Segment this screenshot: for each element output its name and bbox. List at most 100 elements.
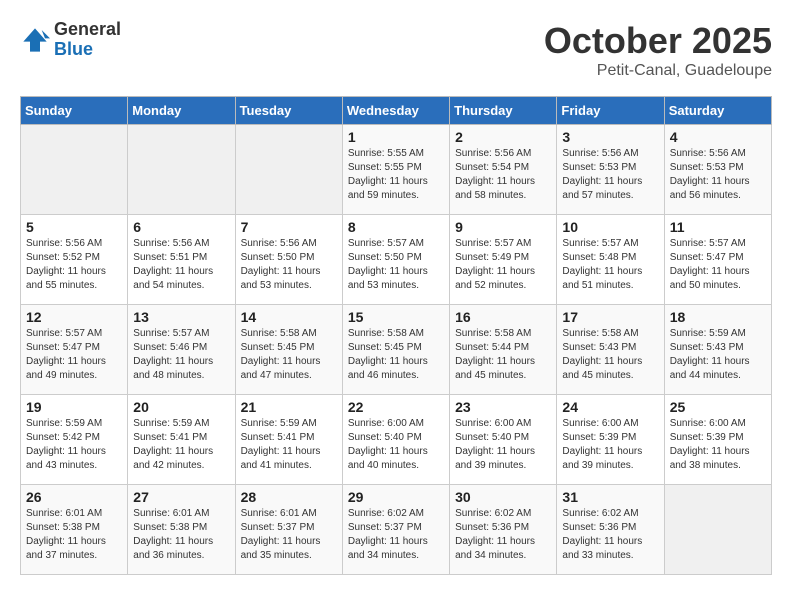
- day-info: Sunrise: 6:02 AM Sunset: 5:36 PM Dayligh…: [562, 507, 658, 563]
- day-number: 2: [455, 129, 551, 145]
- month-title: October 2025: [544, 20, 772, 62]
- day-info: Sunrise: 5:59 AM Sunset: 5:42 PM Dayligh…: [26, 417, 122, 473]
- title-block: October 2025 Petit-Canal, Guadeloupe: [544, 20, 772, 80]
- day-info: Sunrise: 5:58 AM Sunset: 5:43 PM Dayligh…: [562, 327, 658, 383]
- logo: General Blue: [20, 20, 121, 60]
- day-info: Sunrise: 5:56 AM Sunset: 5:50 PM Dayligh…: [241, 237, 337, 293]
- day-number: 30: [455, 489, 551, 505]
- day-number: 4: [670, 129, 766, 145]
- day-number: 15: [348, 309, 444, 325]
- calendar-cell: 26 Sunrise: 6:01 AM Sunset: 5:38 PM Dayli…: [21, 485, 128, 575]
- page-header: General Blue October 2025 Petit-Canal, G…: [20, 20, 772, 80]
- day-info: Sunrise: 5:57 AM Sunset: 5:46 PM Dayligh…: [133, 327, 229, 383]
- calendar-week-row: 5 Sunrise: 5:56 AM Sunset: 5:52 PM Daylig…: [21, 215, 772, 305]
- day-number: 10: [562, 219, 658, 235]
- day-info: Sunrise: 5:57 AM Sunset: 5:47 PM Dayligh…: [26, 327, 122, 383]
- day-info: Sunrise: 6:02 AM Sunset: 5:36 PM Dayligh…: [455, 507, 551, 563]
- calendar-cell: [21, 125, 128, 215]
- calendar-cell: 7 Sunrise: 5:56 AM Sunset: 5:50 PM Daylig…: [235, 215, 342, 305]
- calendar-cell: 20 Sunrise: 5:59 AM Sunset: 5:41 PM Dayli…: [128, 395, 235, 485]
- weekday-header-saturday: Saturday: [664, 97, 771, 125]
- day-number: 8: [348, 219, 444, 235]
- calendar-cell: 24 Sunrise: 6:00 AM Sunset: 5:39 PM Dayli…: [557, 395, 664, 485]
- day-number: 19: [26, 399, 122, 415]
- weekday-header-wednesday: Wednesday: [342, 97, 449, 125]
- day-info: Sunrise: 5:57 AM Sunset: 5:49 PM Dayligh…: [455, 237, 551, 293]
- day-number: 27: [133, 489, 229, 505]
- calendar-cell: 14 Sunrise: 5:58 AM Sunset: 5:45 PM Dayli…: [235, 305, 342, 395]
- logo-text: General Blue: [54, 20, 121, 60]
- logo-general: General: [54, 20, 121, 40]
- calendar-cell: 28 Sunrise: 6:01 AM Sunset: 5:37 PM Dayli…: [235, 485, 342, 575]
- day-info: Sunrise: 5:56 AM Sunset: 5:54 PM Dayligh…: [455, 147, 551, 203]
- day-number: 31: [562, 489, 658, 505]
- day-info: Sunrise: 5:57 AM Sunset: 5:48 PM Dayligh…: [562, 237, 658, 293]
- calendar-cell: [128, 125, 235, 215]
- day-info: Sunrise: 5:59 AM Sunset: 5:43 PM Dayligh…: [670, 327, 766, 383]
- day-number: 29: [348, 489, 444, 505]
- day-info: Sunrise: 6:00 AM Sunset: 5:39 PM Dayligh…: [670, 417, 766, 473]
- calendar-cell: 4Sunrise: 5:56 AM Sunset: 5:53 PM Daylig…: [664, 125, 771, 215]
- calendar-cell: [664, 485, 771, 575]
- day-number: 20: [133, 399, 229, 415]
- day-number: 24: [562, 399, 658, 415]
- day-info: Sunrise: 5:58 AM Sunset: 5:45 PM Dayligh…: [241, 327, 337, 383]
- day-number: 25: [670, 399, 766, 415]
- weekday-header-row: SundayMondayTuesdayWednesdayThursdayFrid…: [21, 97, 772, 125]
- day-info: Sunrise: 5:56 AM Sunset: 5:51 PM Dayligh…: [133, 237, 229, 293]
- day-info: Sunrise: 6:00 AM Sunset: 5:39 PM Dayligh…: [562, 417, 658, 473]
- day-number: 28: [241, 489, 337, 505]
- day-number: 3: [562, 129, 658, 145]
- day-info: Sunrise: 6:00 AM Sunset: 5:40 PM Dayligh…: [348, 417, 444, 473]
- day-info: Sunrise: 5:56 AM Sunset: 5:52 PM Dayligh…: [26, 237, 122, 293]
- day-number: 23: [455, 399, 551, 415]
- calendar-cell: [235, 125, 342, 215]
- calendar-cell: 15Sunrise: 5:58 AM Sunset: 5:45 PM Dayli…: [342, 305, 449, 395]
- day-info: Sunrise: 6:00 AM Sunset: 5:40 PM Dayligh…: [455, 417, 551, 473]
- day-number: 18: [670, 309, 766, 325]
- day-info: Sunrise: 6:01 AM Sunset: 5:38 PM Dayligh…: [133, 507, 229, 563]
- calendar-cell: 6Sunrise: 5:56 AM Sunset: 5:51 PM Daylig…: [128, 215, 235, 305]
- calendar-cell: 13 Sunrise: 5:57 AM Sunset: 5:46 PM Dayli…: [128, 305, 235, 395]
- calendar-cell: 25 Sunrise: 6:00 AM Sunset: 5:39 PM Dayli…: [664, 395, 771, 485]
- day-number: 16: [455, 309, 551, 325]
- calendar-cell: 22 Sunrise: 6:00 AM Sunset: 5:40 PM Dayli…: [342, 395, 449, 485]
- calendar-week-row: 26 Sunrise: 6:01 AM Sunset: 5:38 PM Dayli…: [21, 485, 772, 575]
- day-number: 22: [348, 399, 444, 415]
- location-subtitle: Petit-Canal, Guadeloupe: [544, 62, 772, 80]
- calendar-cell: 1 Sunrise: 5:55 AM Sunset: 5:55 PM Daylig…: [342, 125, 449, 215]
- day-number: 7: [241, 219, 337, 235]
- calendar-cell: 19 Sunrise: 5:59 AM Sunset: 5:42 PM Dayli…: [21, 395, 128, 485]
- day-info: Sunrise: 6:01 AM Sunset: 5:38 PM Dayligh…: [26, 507, 122, 563]
- day-info: Sunrise: 5:58 AM Sunset: 5:44 PM Dayligh…: [455, 327, 551, 383]
- calendar-cell: 18 Sunrise: 5:59 AM Sunset: 5:43 PM Dayli…: [664, 305, 771, 395]
- day-number: 17: [562, 309, 658, 325]
- day-number: 14: [241, 309, 337, 325]
- calendar-week-row: 19 Sunrise: 5:59 AM Sunset: 5:42 PM Dayli…: [21, 395, 772, 485]
- day-info: Sunrise: 5:59 AM Sunset: 5:41 PM Dayligh…: [133, 417, 229, 473]
- day-info: Sunrise: 5:55 AM Sunset: 5:55 PM Dayligh…: [348, 147, 444, 203]
- day-info: Sunrise: 6:01 AM Sunset: 5:37 PM Dayligh…: [241, 507, 337, 563]
- day-number: 9: [455, 219, 551, 235]
- calendar-cell: 12Sunrise: 5:57 AM Sunset: 5:47 PM Dayli…: [21, 305, 128, 395]
- calendar-cell: 29 Sunrise: 6:02 AM Sunset: 5:37 PM Dayli…: [342, 485, 449, 575]
- logo-icon: [20, 25, 50, 55]
- day-number: 26: [26, 489, 122, 505]
- calendar-cell: 21Sunrise: 5:59 AM Sunset: 5:41 PM Dayli…: [235, 395, 342, 485]
- calendar-week-row: 1 Sunrise: 5:55 AM Sunset: 5:55 PM Daylig…: [21, 125, 772, 215]
- day-info: Sunrise: 6:02 AM Sunset: 5:37 PM Dayligh…: [348, 507, 444, 563]
- logo-blue: Blue: [54, 40, 121, 60]
- calendar-week-row: 12Sunrise: 5:57 AM Sunset: 5:47 PM Dayli…: [21, 305, 772, 395]
- calendar-cell: 10 Sunrise: 5:57 AM Sunset: 5:48 PM Dayli…: [557, 215, 664, 305]
- calendar-cell: 17 Sunrise: 5:58 AM Sunset: 5:43 PM Dayli…: [557, 305, 664, 395]
- day-number: 1: [348, 129, 444, 145]
- calendar-cell: 11 Sunrise: 5:57 AM Sunset: 5:47 PM Dayli…: [664, 215, 771, 305]
- day-number: 11: [670, 219, 766, 235]
- day-number: 13: [133, 309, 229, 325]
- day-number: 5: [26, 219, 122, 235]
- calendar-cell: 8Sunrise: 5:57 AM Sunset: 5:50 PM Daylig…: [342, 215, 449, 305]
- calendar-cell: 3 Sunrise: 5:56 AM Sunset: 5:53 PM Daylig…: [557, 125, 664, 215]
- day-info: Sunrise: 5:57 AM Sunset: 5:47 PM Dayligh…: [670, 237, 766, 293]
- day-info: Sunrise: 5:56 AM Sunset: 5:53 PM Dayligh…: [562, 147, 658, 203]
- weekday-header-sunday: Sunday: [21, 97, 128, 125]
